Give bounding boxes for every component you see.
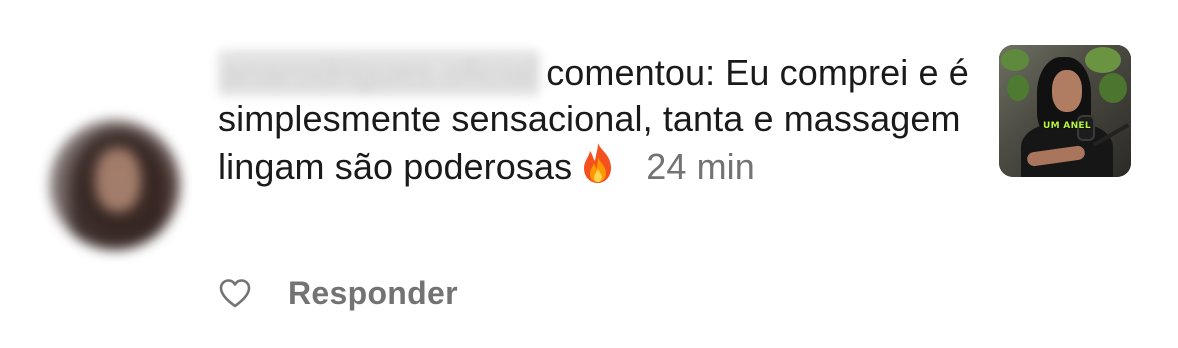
fire-emoji-icon — [578, 141, 618, 196]
reply-button[interactable]: Responder — [288, 275, 458, 312]
comment-actions: Responder — [218, 272, 458, 314]
post-thumbnail[interactable]: UM ANEL — [999, 45, 1131, 177]
comment-timestamp: 24 min — [646, 146, 755, 187]
heart-outline-icon[interactable] — [218, 277, 252, 309]
comment-body: anarodrigues.oficial comentou: Eu comprei… — [218, 50, 978, 196]
user-avatar[interactable] — [50, 120, 180, 250]
thumbnail-caption: UM ANEL — [1043, 121, 1091, 131]
username-blurred[interactable]: anarodrigues.oficial — [218, 50, 541, 96]
